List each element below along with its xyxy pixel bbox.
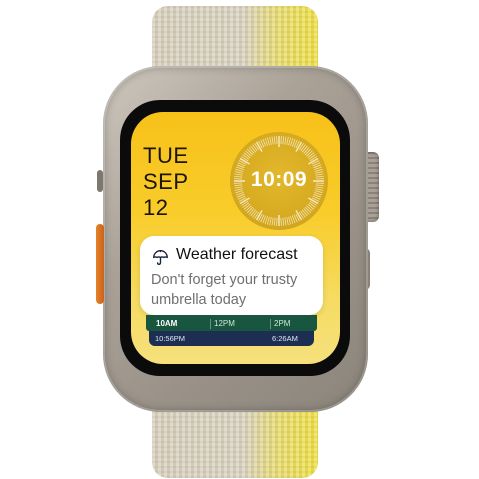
umbrella-icon [153,250,168,265]
dial-tick [246,206,254,214]
timeline-label: 10AM [156,319,178,328]
clock-time: 10:09 [250,168,308,191]
dial-tick [306,205,313,212]
weather-timeline-widget[interactable]: 10AM 12PM 2PM [146,315,317,331]
dial-tick [302,209,308,217]
dial-tick [252,210,258,218]
watch-screen[interactable]: TUE SEP 12 10:09 Weather forecast Don't … [131,112,340,364]
dial-tick [239,197,250,205]
dial-tick [264,216,268,224]
dial-tick [245,205,252,212]
date-complication: TUE SEP 12 [143,143,189,221]
dial-tick [282,136,285,145]
dial-tick [282,217,285,226]
dial-tick [295,210,303,221]
dial-tick [307,152,315,158]
dial-tick [239,157,250,165]
dial-tick [264,138,268,146]
dial-tick [304,148,312,156]
tide-time: 6:26AM [272,334,298,343]
dial-tick [236,192,244,196]
watch-product-image: TUE SEP 12 10:09 Weather forecast Don't … [0,0,479,479]
dial-tick [290,138,294,146]
dial-tick [304,206,312,214]
dial-tick [300,144,306,152]
dial-tick [290,216,294,224]
dial-tick [288,137,291,146]
dial-tick [243,152,251,158]
dial-tick [302,145,308,153]
dial-tick [306,150,313,157]
dial-tick [269,136,272,145]
dial-tick [303,208,310,215]
timeline-divider [210,319,211,329]
dial-tick [255,141,263,152]
tide-time: 10:56PM [155,334,186,343]
dial-tick [255,210,263,221]
dial-tick [250,209,256,217]
dial-tick [248,208,255,215]
dial-tick [252,144,258,152]
dial-tick [300,210,306,218]
dial-tick [267,216,270,225]
dial-tick [246,148,254,156]
weather-notification[interactable]: Weather forecast Don't forget your trust… [140,236,323,315]
dial-tick [271,136,274,145]
weekday-label: TUE [143,143,189,168]
dial-tick [284,136,287,145]
dial-tick [271,217,274,226]
dial-tick [314,192,322,196]
dial-tick [273,136,276,145]
day-label: 12 [143,195,169,220]
clock-dial[interactable]: 10:09 [230,132,328,230]
dial-tick [308,154,316,160]
dial-tick [267,137,270,146]
tide-widget[interactable]: 10:56PM 6:26AM [149,331,314,346]
dial-tick [307,204,315,210]
notification-body: Don't forget your trusty umbrella today [151,272,298,308]
dial-tick [286,217,289,226]
month-label: SEP [143,169,189,194]
dial-tick [308,202,316,208]
dial-tick [308,197,319,205]
timeline-divider [270,319,271,329]
dial-tick [269,217,272,226]
dial-tick [245,150,252,157]
dial-tick [242,154,250,160]
action-button[interactable] [96,224,104,304]
dial-tick [286,136,289,145]
dial-tick [303,147,310,154]
speaker-notch [97,170,103,192]
dial-tick [284,217,287,226]
dial-tick [250,145,256,153]
dial-tick [248,147,255,154]
notification-title: Weather forecast [176,246,298,263]
dial-tick [243,204,251,210]
dial-tick [273,217,276,226]
dial-tick [242,202,250,208]
dial-tick [295,141,303,152]
dial-tick [308,157,319,165]
timeline-label: 12PM [214,319,235,328]
timeline-label: 2PM [274,319,291,328]
dial-tick [288,216,291,225]
